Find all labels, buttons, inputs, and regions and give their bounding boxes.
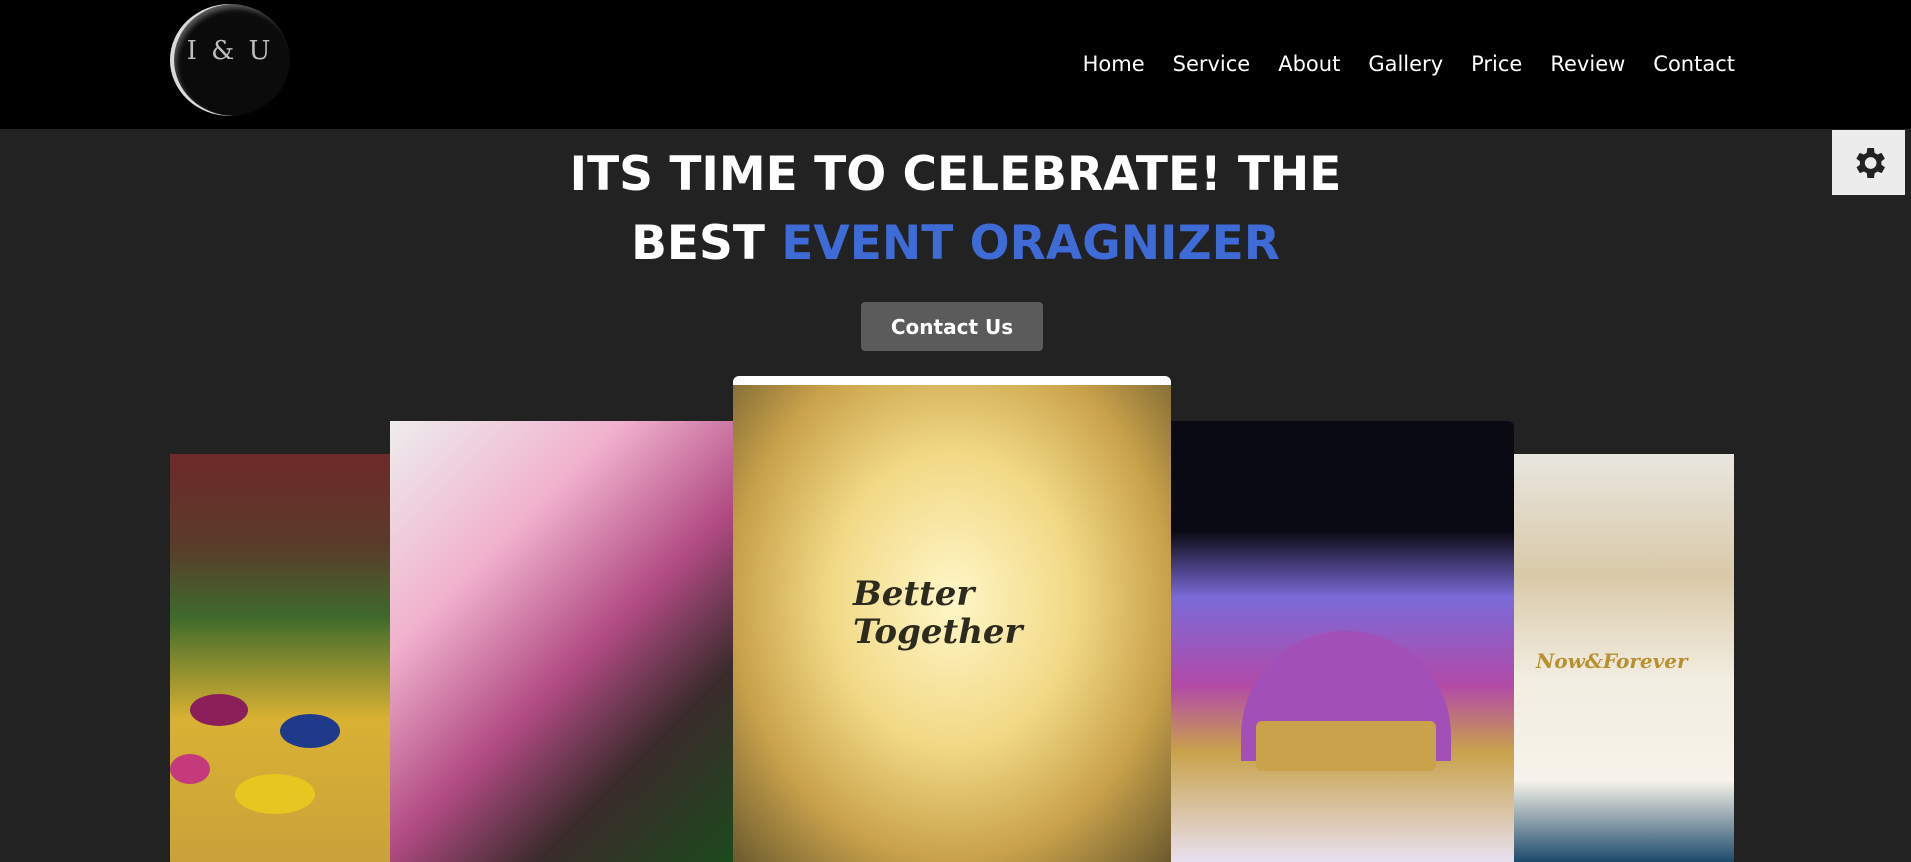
hero-title-line2: BEST (631, 216, 782, 271)
nav-home[interactable]: Home (1083, 52, 1145, 76)
gallery-photo-holi-decor[interactable] (170, 454, 390, 862)
contact-us-button[interactable]: Contact Us (861, 302, 1043, 351)
site-header: I & U Home Service About Gallery Price R… (0, 0, 1911, 129)
gallery-photo-group-dinner[interactable] (390, 421, 733, 862)
nav-service[interactable]: Service (1173, 52, 1251, 76)
main-nav: Home Service About Gallery Price Review … (1083, 52, 1735, 76)
better-together-sign: Better Together (853, 574, 1023, 652)
gallery-photo-now-forever[interactable]: Now&Forever (1514, 454, 1734, 862)
hero-title-accent: EVENT ORAGNIZER (781, 216, 1280, 271)
now-forever-sign: Now&Forever (1536, 649, 1688, 673)
hero-title: ITS TIME TO CELEBRATE! THE BEST EVENT OR… (0, 140, 1911, 278)
site-logo[interactable]: I & U (170, 4, 290, 116)
nav-review[interactable]: Review (1550, 52, 1625, 76)
nav-gallery[interactable]: Gallery (1368, 52, 1443, 76)
gallery-photo-stage-decor[interactable] (1171, 421, 1514, 862)
logo-text: I & U (186, 36, 274, 66)
gallery-photo-better-together[interactable]: Better Together (733, 376, 1171, 862)
hero-title-line1: ITS TIME TO CELEBRATE! THE (569, 147, 1342, 202)
nav-contact[interactable]: Contact (1653, 52, 1735, 76)
nav-about[interactable]: About (1278, 52, 1340, 76)
nav-price[interactable]: Price (1471, 52, 1522, 76)
